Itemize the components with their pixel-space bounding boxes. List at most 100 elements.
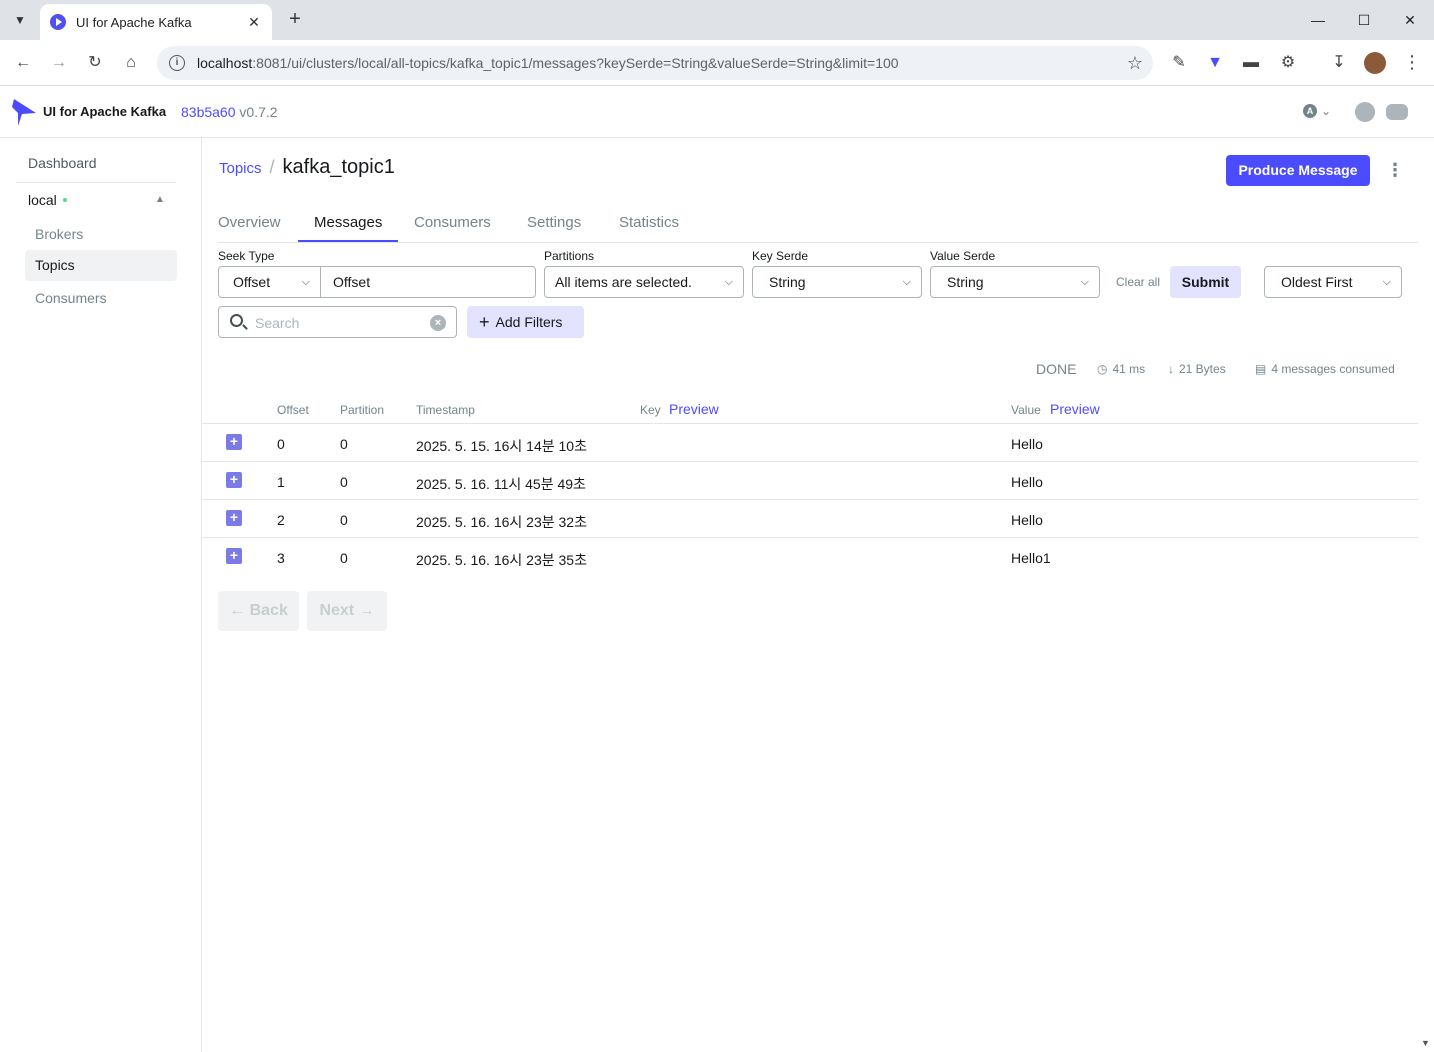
tab-overview[interactable]: Overview xyxy=(218,214,281,231)
plus-icon: + xyxy=(479,312,490,332)
cell-offset: 3 xyxy=(277,550,285,566)
sidebar-item-topics[interactable]: Topics xyxy=(25,250,177,281)
breadcrumb-separator: / xyxy=(269,157,275,177)
close-window-icon[interactable]: ✕ xyxy=(1398,8,1422,32)
cell-partition: 0 xyxy=(340,550,348,566)
column-partition: Partition xyxy=(340,403,385,417)
seek-type-select[interactable]: Offset ⌵ xyxy=(218,266,321,298)
breadcrumb-topics-link[interactable]: Topics xyxy=(219,160,262,177)
chevron-down-icon: ⌵ xyxy=(1382,276,1391,288)
next-button[interactable]: Next → xyxy=(307,591,387,631)
tab-messages[interactable]: Messages xyxy=(314,214,382,231)
cell-value: Hello xyxy=(1011,474,1043,490)
browser-toolbar: ← → ↻ ⌂ i localhost:8081/ui/clusters/loc… xyxy=(0,40,1434,86)
cell-offset: 2 xyxy=(277,512,285,528)
value-preview-link[interactable]: Preview xyxy=(1050,401,1100,417)
sidebar-cluster-local[interactable]: local xyxy=(28,192,67,208)
value-serde-select[interactable]: String ⌵ xyxy=(930,266,1100,298)
arrow-down-icon: ↓ xyxy=(1168,362,1174,376)
chevron-down-icon: ⌵ xyxy=(301,276,310,288)
value-serde-label: Value Serde xyxy=(930,249,996,263)
column-value: Value xyxy=(1011,403,1041,417)
extensions-puzzle-icon[interactable]: ⚙ xyxy=(1278,53,1298,73)
cell-partition: 0 xyxy=(340,512,348,528)
elapsed-time: ◷ 41 ms xyxy=(1097,362,1145,376)
maximize-icon[interactable]: ☐ xyxy=(1352,8,1376,32)
profile-avatar[interactable] xyxy=(1364,52,1386,74)
cell-timestamp: 2025. 5. 16. 16시 23분 32초 xyxy=(416,514,587,530)
tab-search-icon[interactable]: ▼ xyxy=(8,8,32,32)
sidebar-item-consumers[interactable]: Consumers xyxy=(25,283,177,314)
online-status-dot xyxy=(62,198,67,202)
sidebar-item-dashboard[interactable]: Dashboard xyxy=(28,155,97,171)
key-serde-select[interactable]: String ⌵ xyxy=(752,266,922,298)
submit-button[interactable]: Submit xyxy=(1170,266,1241,298)
more-actions-icon[interactable]: ⋮ xyxy=(1386,158,1404,182)
screen-extension-icon[interactable]: ▬ xyxy=(1241,53,1261,73)
expand-row-icon[interactable]: + xyxy=(226,548,242,564)
forward-arrow-icon[interactable]: → xyxy=(47,51,71,75)
expand-row-icon[interactable]: + xyxy=(226,434,242,450)
key-preview-link[interactable]: Preview xyxy=(669,401,719,417)
discord-icon[interactable] xyxy=(1386,104,1408,120)
downloads-icon[interactable]: ↧ xyxy=(1329,53,1349,73)
add-filters-button[interactable]: + Add Filters xyxy=(467,306,584,338)
download-extension-icon[interactable]: ▼ xyxy=(1205,53,1225,73)
expand-row-icon[interactable]: + xyxy=(226,472,242,488)
version-label: v0.7.2 xyxy=(239,104,278,120)
table-row: + 2 0 2025. 5. 16. 16시 23분 32초 Hello xyxy=(202,500,1418,538)
home-icon[interactable]: ⌂ xyxy=(119,51,143,75)
auto-theme-icon: A xyxy=(1303,104,1317,118)
browser-menu-icon[interactable]: ⋮ xyxy=(1403,52,1421,73)
chevron-up-icon[interactable]: ▲ xyxy=(155,194,165,205)
cell-value: Hello1 xyxy=(1011,550,1051,566)
close-tab-icon[interactable]: ✕ xyxy=(246,14,262,31)
cell-offset: 0 xyxy=(277,436,285,452)
partitions-select[interactable]: All items are selected. ⌵ xyxy=(544,266,744,298)
elapsed-value: 41 ms xyxy=(1112,362,1146,376)
new-tab-icon[interactable]: + xyxy=(283,8,307,32)
expand-row-icon[interactable]: + xyxy=(226,510,242,526)
address-bar[interactable]: i localhost:8081/ui/clusters/local/all-t… xyxy=(157,46,1153,80)
bookmark-star-icon[interactable]: ☆ xyxy=(1127,53,1143,74)
app-title[interactable]: UI for Apache Kafka xyxy=(43,104,166,119)
column-key: Key xyxy=(640,403,661,417)
back-arrow-icon[interactable]: ← xyxy=(11,51,35,75)
topic-tabs: Overview Messages Consumers Settings Sta… xyxy=(218,204,1418,243)
clear-search-icon[interactable]: × xyxy=(430,315,446,331)
offset-input[interactable]: Offset xyxy=(320,266,536,298)
scroll-down-arrow-icon[interactable]: ▼ xyxy=(1421,1038,1430,1048)
reload-icon[interactable]: ↻ xyxy=(83,51,107,75)
table-row: + 3 0 2025. 5. 16. 16시 23분 35초 Hello1 xyxy=(202,538,1418,576)
browser-tab[interactable]: UI for Apache Kafka ✕ xyxy=(40,4,272,40)
sidebar-item-brokers[interactable]: Brokers xyxy=(25,219,177,250)
document-icon: ▤ xyxy=(1255,362,1267,376)
clear-all-button[interactable]: Clear all xyxy=(1116,275,1160,289)
sort-order-select[interactable]: Oldest First ⌵ xyxy=(1264,266,1402,298)
app-header: UI for Apache Kafka 83b5a60 v0.7.2 A ⌄ xyxy=(0,87,1434,138)
tab-consumers[interactable]: Consumers xyxy=(414,214,491,231)
tab-statistics[interactable]: Statistics xyxy=(619,214,679,231)
github-icon[interactable] xyxy=(1355,102,1375,122)
key-serde-label: Key Serde xyxy=(752,249,809,263)
kafka-logo-icon[interactable] xyxy=(12,97,36,127)
translate-extension-icon[interactable]: ✎ xyxy=(1169,53,1189,73)
browser-tab-bar: ▼ UI for Apache Kafka ✕ + — ☐ ✕ xyxy=(0,0,1434,40)
breadcrumb: Topics / kafka_topic1 xyxy=(219,156,395,179)
chevron-down-icon: ⌄ xyxy=(1321,104,1332,118)
produce-message-button[interactable]: Produce Message xyxy=(1226,155,1370,186)
browser-tab-title: UI for Apache Kafka xyxy=(76,14,192,30)
kafka-favicon-icon xyxy=(50,14,66,30)
search-input[interactable]: Search × xyxy=(218,306,457,338)
site-info-icon[interactable]: i xyxy=(169,55,185,71)
messages-consumed: ▤ 4 messages consumed xyxy=(1255,362,1395,376)
chevron-down-icon: ⌵ xyxy=(724,276,733,288)
search-icon xyxy=(230,314,243,327)
commit-link[interactable]: 83b5a60 xyxy=(181,104,236,120)
back-button[interactable]: ← Back xyxy=(218,591,299,631)
minimize-icon[interactable]: — xyxy=(1306,8,1330,32)
theme-toggle[interactable]: A ⌄ xyxy=(1303,104,1331,118)
tab-settings[interactable]: Settings xyxy=(527,214,581,231)
url-text: localhost:8081/ui/clusters/local/all-top… xyxy=(197,55,899,71)
cell-timestamp: 2025. 5. 15. 16시 14분 10초 xyxy=(416,438,587,454)
